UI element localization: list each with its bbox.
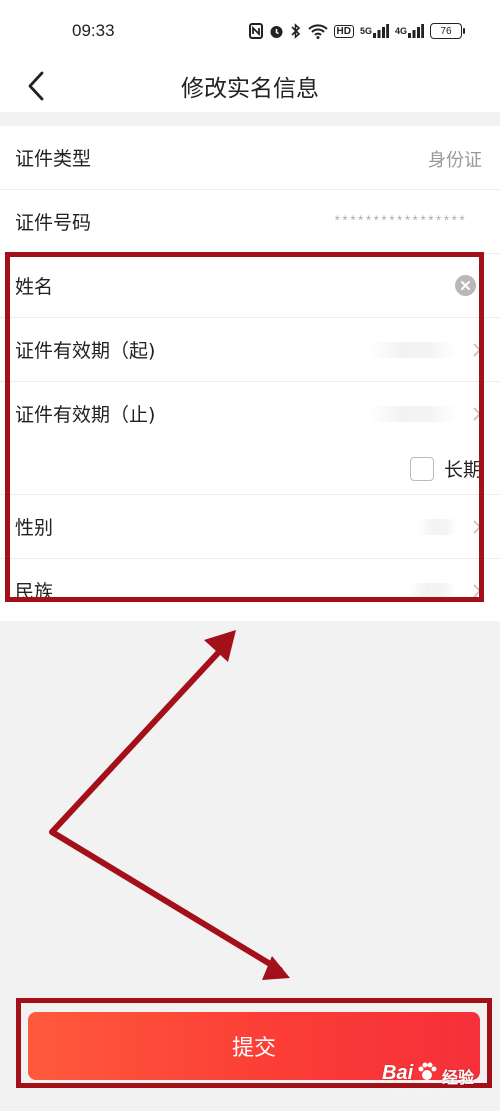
signal-5g-icon: 5G (360, 24, 389, 38)
form-card: 证件类型 身份证 证件号码 ***************** 姓名 证件有效期… (0, 126, 500, 621)
valid-to-row[interactable]: 证件有效期（止) (0, 382, 500, 446)
long-term-option[interactable]: 长期 (409, 455, 482, 482)
arrowhead-up-icon (204, 630, 236, 662)
clear-circle-icon[interactable] (455, 275, 476, 296)
network-4g-label: 4G (394, 26, 407, 36)
id-type-value: 身份证 (428, 150, 482, 171)
watermark-url: jingyan.baidu.com (386, 1088, 451, 1097)
alarm-icon (269, 24, 284, 39)
gender-row[interactable]: 性别 (0, 495, 500, 559)
long-term-checkbox[interactable] (409, 456, 434, 481)
chevron-right-icon (473, 343, 482, 357)
battery-level: 76 (440, 25, 452, 37)
bluetooth-icon (290, 23, 302, 39)
gender-value (418, 519, 458, 535)
chevron-right-icon (473, 520, 482, 534)
name-label: 姓名 (15, 276, 54, 298)
status-time: 09:33 (72, 21, 115, 40)
id-number-row: 证件号码 ***************** (0, 190, 500, 254)
valid-from-value (368, 342, 458, 358)
annotation-arrow-line (49, 637, 283, 973)
name-input[interactable] (90, 268, 424, 306)
hd-icon: HD (333, 24, 354, 38)
signal-4g-icon: 4G (395, 24, 424, 38)
id-type-row[interactable]: 证件类型 身份证 (0, 126, 500, 190)
gender-label: 性别 (15, 517, 54, 539)
status-icons: HD 5G 4G 76 (248, 20, 465, 42)
nav-bar: 修改实名信息 (0, 60, 500, 112)
ethnicity-label: 民族 (15, 581, 54, 603)
name-row: 姓名 (0, 254, 500, 318)
page-title: 修改实名信息 (181, 76, 319, 102)
ethnicity-row[interactable]: 民族 (0, 559, 500, 623)
valid-from-row[interactable]: 证件有效期（起) (0, 318, 500, 382)
arrowhead-down-icon (262, 956, 290, 980)
id-number-label: 证件号码 (15, 212, 92, 234)
battery-icon: 76 (430, 23, 465, 39)
wifi-icon (307, 23, 328, 39)
id-number-value: ***************** (333, 214, 466, 229)
network-5g-label: 5G (359, 26, 372, 36)
status-bar: 09:33 HD 5G 4G 76 (0, 0, 500, 60)
valid-to-value (368, 406, 458, 422)
valid-from-label: 证件有效期（起) (15, 340, 156, 362)
ethnicity-value (408, 583, 458, 599)
chevron-right-icon (473, 407, 482, 421)
submit-button[interactable]: 提交 (28, 1012, 480, 1080)
hd-label: HD (336, 25, 351, 37)
long-term-label: 长期 (443, 459, 482, 481)
id-type-label: 证件类型 (15, 148, 92, 170)
valid-to-label: 证件有效期（止) (15, 404, 156, 426)
chevron-right-icon (473, 584, 482, 598)
nfc-icon (248, 23, 263, 39)
